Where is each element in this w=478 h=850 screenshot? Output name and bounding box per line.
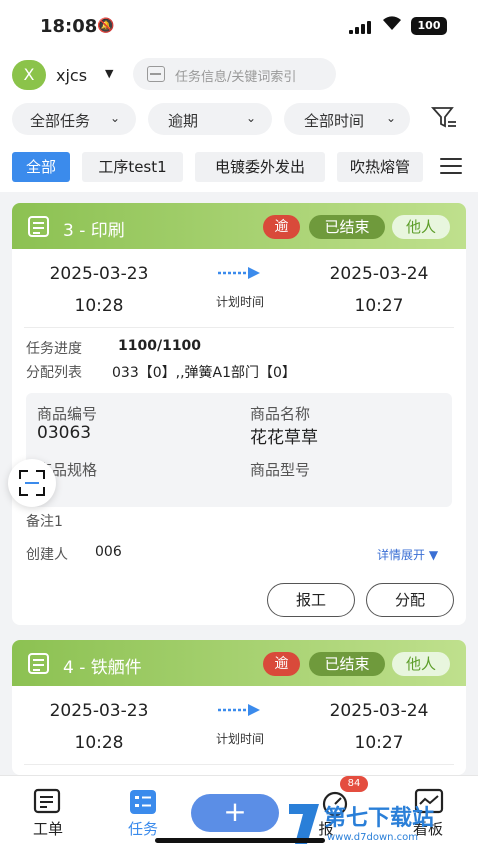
tab-task[interactable]: 任务 [113,818,173,839]
goods-panel: 商品编号 03063 商品名称 花花草草 商品规格 商品型号 [26,393,452,507]
battery-icon: 100 [411,17,447,35]
plan-time-label: 计划时间 [215,295,264,309]
start-time: 10:28 [74,733,124,753]
menu-icon[interactable] [440,158,462,176]
card-title: 3 - 印刷 [63,221,125,241]
document-icon [28,653,49,674]
end-time: 10:27 [354,733,404,753]
progress-label: 任务进度 [26,341,82,357]
username[interactable]: xjcs [56,66,87,85]
owner-badge: 他人 [392,215,450,239]
arrow-right-icon [218,704,260,716]
filter-time[interactable]: 全部时间 ⌄ [284,103,410,135]
remark: 备注1 [26,514,63,530]
scan-icon[interactable] [147,66,165,82]
assign-value: 033【0】,,弹簧A1部门【0】 [112,365,296,381]
caret-down-icon[interactable]: ▼ [105,67,113,80]
filter-overdue-label: 逾期 [168,112,199,130]
card-header: 3 - 印刷 逾 已结束 他人 [12,203,466,249]
details-expand-link[interactable]: 详情展开 ▼ [377,546,438,563]
chip-plating[interactable]: 电镀委外发出 [195,152,325,182]
arrow-right-icon [218,267,260,279]
tab-work-order[interactable]: 工单 [18,818,78,839]
filter-funnel-icon[interactable] [430,104,458,132]
home-indicator [155,838,325,843]
watermark-url: www.d7down.com [327,832,419,843]
avatar[interactable]: X [12,60,46,90]
end-time: 10:27 [354,296,404,316]
filter-time-label: 全部时间 [304,112,365,130]
start-time: 10:28 [74,296,124,316]
card-title: 4 - 铁舾件 [63,658,142,678]
goods-model-label: 商品型号 [250,461,311,479]
start-date: 2025-03-23 [49,264,149,284]
report-button[interactable]: 报工 [267,583,355,617]
chip-all[interactable]: 全部 [12,152,70,182]
filter-overdue[interactable]: 逾期 ⌄ [148,103,272,135]
creator-label: 创建人 [26,547,68,563]
status-time: 18:08 [40,16,98,37]
progress-value: 1100/1100 [118,338,202,354]
status-badge: 已结束 [309,215,385,239]
goods-name: 花花草草 [250,428,318,448]
owner-badge: 他人 [392,652,450,676]
task-card[interactable]: 3 - 印刷 逾 已结束 他人 2025-03-23 10:28 计划时间 20… [12,203,466,625]
scan-corner [36,470,45,479]
status-badge: 已结束 [309,652,385,676]
caret-down-icon: ▼ [428,548,439,562]
work-order-icon [33,788,61,814]
chevron-down-icon: ⌄ [386,111,397,125]
scan-corner [19,470,28,479]
divider [24,327,454,328]
mute-bell-icon: 🔕 [97,18,115,34]
card-header: 4 - 铁舾件 逾 已结束 他人 [12,640,466,686]
add-button[interactable]: + [191,794,279,832]
goods-name-label: 商品名称 [250,405,311,423]
creator-value: 006 [95,544,122,560]
start-date: 2025-03-23 [49,701,149,721]
chip-process-test1[interactable]: 工序test1 [82,152,183,182]
overdue-badge: 逾 [263,652,300,676]
task-card[interactable]: 4 - 铁舾件 逾 已结束 他人 2025-03-23 10:28 计划时间 2… [12,640,466,775]
divider [24,764,454,765]
scan-corner [19,487,28,496]
overdue-badge: 逾 [263,215,300,239]
filter-task-label: 全部任务 [30,112,91,130]
details-expand-label: 详情展开 [377,548,426,562]
watermark-text: 第七下载站 [324,806,435,831]
end-date: 2025-03-24 [329,264,429,284]
task-icon [130,790,156,814]
search-input[interactable]: 任务信息/关键词索引 [133,58,336,90]
filter-task[interactable]: 全部任务 ⌄ [12,103,136,135]
goods-code-label: 商品编号 [37,405,98,423]
scan-line [25,482,39,484]
assign-button[interactable]: 分配 [366,583,454,617]
chevron-down-icon: ⌄ [110,111,121,125]
search-placeholder: 任务信息/关键词索引 [175,70,297,85]
chip-hot-melt[interactable]: 吹热熔管 [337,152,423,182]
plan-time-label: 计划时间 [215,732,264,746]
document-icon [28,216,49,237]
status-bar: 18:08 🔕 100 [0,0,478,52]
signal-icon [349,20,375,34]
notification-badge: 84 [340,776,368,792]
chevron-down-icon: ⌄ [246,111,257,125]
assign-label: 分配列表 [26,365,82,381]
scan-corner [36,487,45,496]
goods-code: 03063 [37,423,92,443]
floating-scan-button[interactable] [8,459,56,507]
end-date: 2025-03-24 [329,701,429,721]
wifi-icon [381,14,403,37]
